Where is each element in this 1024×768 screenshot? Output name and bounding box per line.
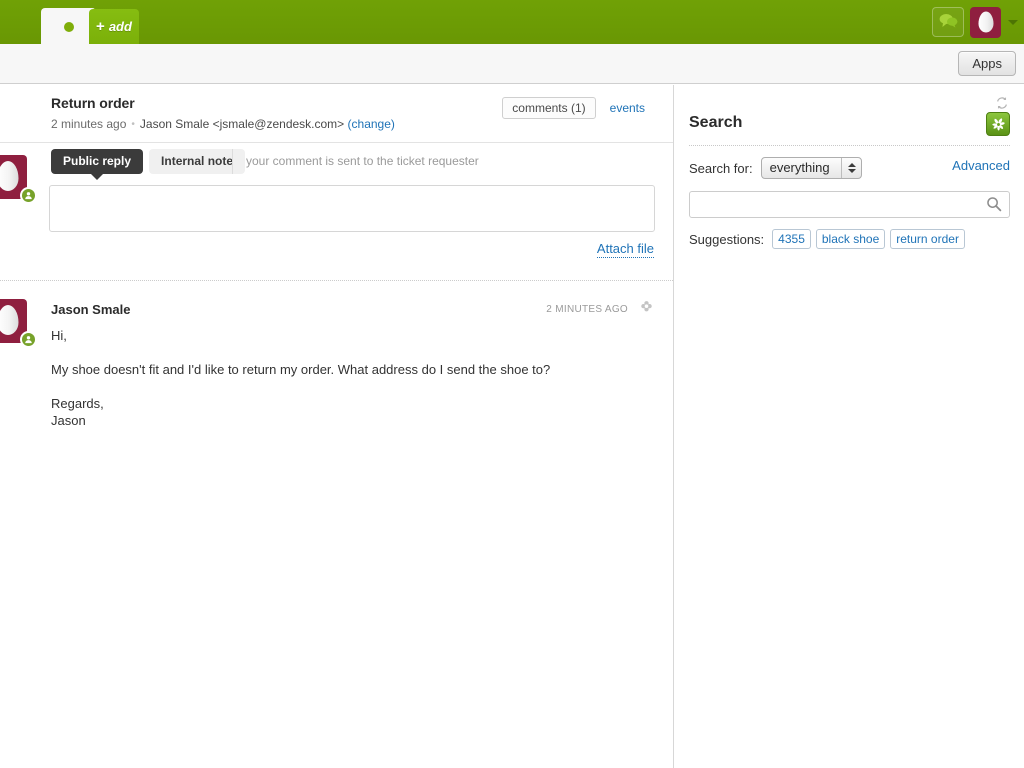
chevron-down-icon[interactable] — [1008, 20, 1018, 25]
attach-row: Attach file — [597, 241, 654, 256]
end-user-badge-icon — [20, 187, 37, 204]
refresh-icon[interactable] — [995, 96, 1009, 113]
reply-input[interactable] — [49, 185, 655, 232]
top-navigation-bar: + add — [0, 0, 1024, 44]
select-divider — [841, 158, 842, 178]
stepper-arrows-icon — [848, 163, 856, 173]
top-bar-actions — [932, 0, 1018, 44]
comment-body: Hi, My shoe doesn't fit and I'd like to … — [51, 327, 651, 429]
avatar-silhouette — [978, 12, 993, 33]
signature-line: Jason — [51, 413, 86, 428]
chat-bubbles-icon — [939, 13, 958, 31]
ticket-requester: Jason Smale <jsmale@zendesk.com> — [140, 117, 344, 131]
suggestions-row: Suggestions: 4355 black shoe return orde… — [689, 229, 1010, 249]
comment-greeting: Hi, — [51, 327, 651, 344]
chat-button[interactable] — [932, 7, 964, 37]
panel-divider — [689, 145, 1010, 146]
page-title: Return order — [51, 95, 135, 111]
ticket-view-tabs: comments (1) events — [502, 97, 645, 119]
end-user-badge-icon — [20, 331, 37, 348]
panel-header: Search — [689, 114, 1010, 144]
suggestion-chip[interactable]: return order — [890, 229, 965, 249]
signoff-line: Regards, — [51, 396, 104, 411]
user-avatar[interactable] — [970, 7, 1001, 38]
composer-mode-tabs: Public reply Internal note — [51, 149, 245, 174]
ticket-header: Return order 2 minutes ago • Jason Smale <… — [0, 85, 673, 142]
tab-internal-note[interactable]: Internal note — [149, 149, 245, 174]
workspace: Return order 2 minutes ago • Jason Smale <… — [0, 85, 1024, 768]
composer-hint: your comment is sent to the ticket reque… — [232, 149, 479, 174]
search-input[interactable] — [689, 191, 1010, 218]
suggestion-chip[interactable]: 4355 — [772, 229, 811, 249]
green-dot-icon — [64, 22, 74, 32]
tab-comments[interactable]: comments (1) — [502, 97, 595, 119]
tab-events[interactable]: events — [610, 101, 645, 115]
avatar-silhouette — [0, 305, 19, 335]
search-for-label: Search for: — [689, 161, 753, 176]
tab-public-reply[interactable]: Public reply — [51, 149, 143, 174]
avatar-silhouette — [0, 161, 19, 191]
composer-divider — [0, 280, 673, 281]
add-tab-button[interactable]: + add — [89, 9, 139, 44]
plus-icon: + — [96, 19, 105, 34]
meta-separator: • — [131, 119, 135, 130]
comment-signoff: Regards, Jason — [51, 395, 651, 429]
comment-text: My shoe doesn't fit and I'd like to retu… — [51, 361, 651, 378]
add-tab-label: add — [109, 19, 132, 34]
search-scope-row: Search for: everything Advanced — [689, 155, 1010, 181]
advanced-search-link[interactable]: Advanced — [952, 158, 1010, 173]
search-app-panel: Search Search for: — [675, 85, 1024, 768]
change-requester-link[interactable]: (change) — [348, 117, 395, 131]
suggestion-chip[interactable]: black shoe — [816, 229, 885, 249]
ticket-meta: 2 minutes ago • Jason Smale <jsmale@zendes… — [51, 117, 395, 131]
search-input-wrap — [689, 191, 1010, 218]
search-scope-select[interactable]: everything — [761, 157, 862, 179]
pinwheel-app-icon[interactable] — [986, 112, 1010, 136]
comment-options-button[interactable] — [639, 300, 654, 318]
comment-timestamp: 2 MINUTES AGO — [546, 304, 628, 315]
ticket-main-column: Return order 2 minutes ago • Jason Smale <… — [0, 85, 674, 768]
panel-title: Search — [689, 114, 742, 131]
suggestions-label: Suggestions: — [689, 232, 764, 247]
sub-header-bar: Apps — [0, 44, 1024, 84]
apps-button[interactable]: Apps — [958, 51, 1016, 76]
attach-file-link[interactable]: Attach file — [597, 241, 654, 258]
ticket-time: 2 minutes ago — [51, 117, 126, 131]
comment-author: Jason Smale — [51, 302, 131, 317]
search-scope-value: everything — [770, 160, 830, 175]
